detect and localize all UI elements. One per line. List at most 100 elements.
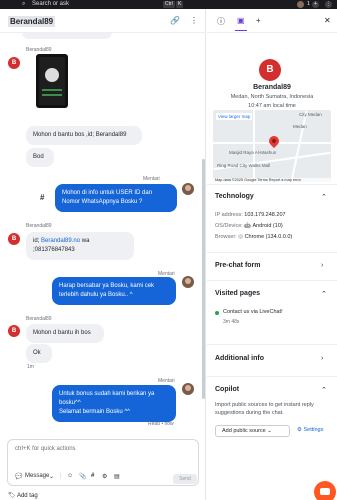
visited-page-duration: 3m 48s <box>223 319 240 325</box>
message-bubble-partial <box>22 33 112 39</box>
canned-response-icon[interactable]: ⚙ <box>102 473 107 480</box>
chat-header: Berandal89 🔗 ⋮ <box>0 9 206 33</box>
visitor-local-time: 10:47 am local time <box>248 103 296 109</box>
message-mode-icon[interactable]: 💬 <box>15 473 22 480</box>
conversation-title: Berandal89 <box>8 16 56 27</box>
browser: Browser: ◎ Chrome (134.0.0.0) <box>215 234 293 240</box>
search-icon: ⌕ <box>22 1 26 7</box>
copilot-description: Import public sources to get instant rep… <box>215 402 314 416</box>
message-time: 1m <box>27 364 34 370</box>
agent-avatar[interactable] <box>297 1 304 8</box>
visitor-avatar-large: B <box>259 59 281 81</box>
chevron-right-icon[interactable]: › <box>321 262 323 269</box>
message-link[interactable]: Berandal89.no <box>41 238 80 244</box>
tab-apps[interactable]: ▣ <box>235 16 247 31</box>
prechat-section[interactable]: Pre-chat form › <box>207 252 337 280</box>
view-larger-map-link[interactable]: View larger map <box>216 113 253 120</box>
chat-panel: Berandal89 🔗 ⋮ Berandal89 B Mohon d bant… <box>0 9 206 500</box>
message-list[interactable]: Berandal89 B Mohon d bantu bos ,id; Bera… <box>0 33 206 439</box>
hashtag-icon[interactable]: # <box>91 473 94 479</box>
visited-page-link[interactable]: Contact us via LiveChat! <box>223 309 283 315</box>
tab-add[interactable]: + <box>256 16 261 25</box>
global-search[interactable]: ⌕ Search or ask Ctrl K <box>22 0 184 9</box>
section-title: Pre-chat form <box>215 262 261 269</box>
message-bubble: Harap bersabar ya Bosku, kami cek terleb… <box>52 277 176 305</box>
message-mode-label[interactable]: Message <box>25 473 49 479</box>
message-bubble: Ok <box>26 344 52 363</box>
add-tag-button[interactable]: 🏷 Add tag <box>8 492 38 499</box>
tab-customer-info[interactable]: ⓘ <box>217 16 225 27</box>
message-sender: Mentari <box>158 378 175 384</box>
agent-avatar <box>182 183 194 195</box>
visited-pages-section: Visited pages ⌃ Contact us via LiveChat!… <box>207 280 337 344</box>
technology-section: Technology ⌃ IP address: 103.179.248.207… <box>207 184 337 256</box>
badge-count: 1 <box>307 1 310 7</box>
add-icon[interactable]: + <box>312 1 319 8</box>
details-tabs: ⓘ ▣ + ✕ <box>207 9 337 33</box>
message-bubble: Untuk bonus sudah kami berikan ya bosku^… <box>52 385 176 422</box>
map-label: Masjid Raya Al-Mashun <box>229 150 277 155</box>
message-bubble: Mohon di info untuk USER ID dan Nomor Wh… <box>55 184 177 212</box>
ip-address: IP address: 103.179.248.207 <box>215 212 286 218</box>
message-bubble: Mohon d bantu ih bos <box>26 324 104 343</box>
section-title: Technology <box>215 193 254 200</box>
composer-placeholder: ctrl+K for quick actions <box>15 446 76 452</box>
section-title: Additional info <box>215 355 264 362</box>
hashtag-icon[interactable]: # <box>40 193 44 202</box>
chat-widget-button[interactable] <box>314 481 336 500</box>
map-label: Medan <box>293 124 307 129</box>
search-placeholder: Search or ask <box>32 1 70 7</box>
shortcut-ctrl: Ctrl <box>163 1 175 8</box>
add-public-source-button[interactable]: Add public source ⌄ <box>215 425 290 437</box>
section-title: Copilot <box>215 386 240 393</box>
more-options-icon[interactable]: ⋮ <box>190 16 198 25</box>
close-icon[interactable]: ✕ <box>324 16 331 25</box>
agent-avatar <box>182 383 194 395</box>
top-bar: ⌕ Search or ask Ctrl K 1 + ⋮ <box>0 0 337 9</box>
message-bubble: id; Berandal89.no wa ;081376847843 <box>26 232 134 260</box>
app-logo-icon <box>45 68 59 82</box>
emoji-icon[interactable]: ☺ <box>67 473 73 479</box>
composer-toolbar: 💬 Message ⌄ | ☺ 📎 # ⚙ ▤ <box>8 473 200 485</box>
divider: | <box>60 473 62 479</box>
visitor-name: Berandal89 <box>253 84 291 91</box>
visitor-location: Medan, North Sumatra, Indonesia <box>230 94 314 100</box>
location-map[interactable]: View larger map Masjid Raya Al-Mashun Ri… <box>213 110 331 182</box>
visitor-avatar: B <box>8 57 20 69</box>
copilot-settings-link[interactable]: ⚙ Settings <box>297 427 323 433</box>
visitor-avatar: B <box>8 233 20 245</box>
tag-icon: 🏷 <box>8 493 16 499</box>
map-label: City Medan <box>299 112 322 117</box>
message-sender: Berandal89 <box>26 47 52 53</box>
chevron-up-icon[interactable]: ⌃ <box>321 386 327 394</box>
chevron-right-icon[interactable]: › <box>321 355 323 362</box>
message-sender: Mentari <box>143 176 160 182</box>
card-icon[interactable]: ▤ <box>114 473 120 480</box>
copilot-section: Copilot ⌃ Import public sources to get i… <box>207 376 337 456</box>
agent-avatar <box>182 276 194 288</box>
active-page-dot <box>215 311 219 315</box>
chevron-up-icon[interactable]: ⌃ <box>321 193 327 201</box>
message-bubble: Bod <box>26 148 54 167</box>
chevron-down-icon[interactable]: ⌄ <box>49 473 54 480</box>
send-button[interactable]: Send <box>173 474 197 484</box>
shortcut-k: K <box>176 1 184 8</box>
chat-scrollbar[interactable] <box>202 159 205 399</box>
additional-info-section[interactable]: Additional info › <box>207 344 337 376</box>
map-attribution: Map data ©2025 Google Terms Report a map… <box>213 178 331 182</box>
chevron-up-icon[interactable]: ⌃ <box>321 290 327 298</box>
map-label: Ring Road City Walks Mall <box>217 163 271 168</box>
section-title: Visited pages <box>215 290 261 297</box>
map-pin-icon <box>266 133 282 149</box>
attachment-icon[interactable]: 📎 <box>79 473 86 480</box>
message-sender: Berandal89 <box>26 223 52 229</box>
message-composer[interactable]: ctrl+K for quick actions 💬 Message ⌄ | ☺… <box>7 439 199 486</box>
message-bubble: Mohon d bantu bos ,id; Berandal89 <box>26 126 142 145</box>
edit-icon[interactable]: 🔗 <box>170 16 180 25</box>
message-sender: Berandal89 <box>26 316 52 322</box>
read-status: Read • now <box>148 421 174 427</box>
os-device: OS/Device: 🤖 Android (10) <box>215 223 283 229</box>
menu-icon[interactable]: ⋮ <box>325 1 332 8</box>
attachment-image[interactable] <box>36 54 68 108</box>
details-panel: ⓘ ▣ + ✕ B Berandal89 Medan, North Sumatr… <box>207 9 337 500</box>
